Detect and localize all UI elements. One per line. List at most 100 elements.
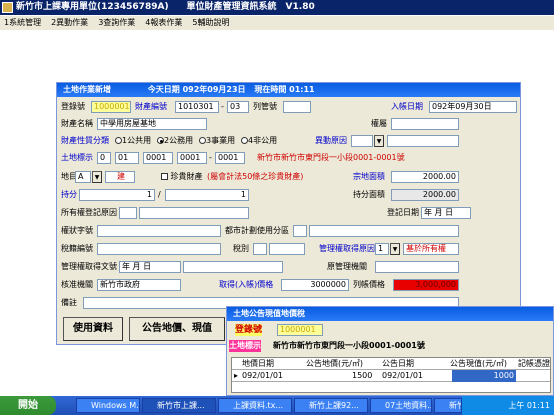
task-app-2[interactable]: 新竹市上課... [434, 398, 462, 413]
clock: 上午 01:11 [508, 401, 550, 410]
reg-no-label: 登錄號 [61, 102, 85, 111]
asset-no-label: 財產編號 [135, 102, 167, 111]
asset-no-field[interactable]: 1010301 [175, 101, 219, 113]
reg-date-label: 登記日期 [387, 208, 419, 217]
share-den-field[interactable]: 1 [165, 189, 249, 201]
list-no-field[interactable] [283, 101, 311, 113]
mgmt-reason-label: 管理權取得原因 [319, 244, 375, 253]
popup-reg-label: 登錄號 [235, 324, 263, 336]
task-app[interactable]: 新竹市上課... [142, 398, 216, 413]
task-windows-media[interactable]: Windows M... [76, 398, 140, 413]
form-title: 土地作業新增 [63, 85, 111, 94]
area-field[interactable]: 2000.00 [391, 171, 459, 183]
radio-icon [241, 137, 248, 144]
share-area-field: 2000.00 [391, 189, 459, 201]
price-table-header: 地價日期 公告地價(元/㎡) 公告日期 公告現值(元/㎡) 記帳憑證 [232, 358, 550, 370]
nature-option-3[interactable]: 3事業用 [199, 135, 235, 147]
row-pointer-icon: ▸ [234, 371, 239, 380]
entry-date-field[interactable]: 092年09月30日 [429, 101, 517, 113]
land-mark-section[interactable]: 0001 [143, 152, 173, 164]
area-label: 宗地面積 [353, 172, 385, 181]
cert-field[interactable] [97, 225, 221, 237]
zoning-label: 都市計劃使用分區 [225, 226, 289, 235]
popup-land-address: 新竹市新竹市東門段一小段0001-0001號 [273, 341, 425, 350]
asset-name-field[interactable]: 中學用房屋基地 [97, 118, 207, 130]
approve-label: 核准機關 [61, 280, 93, 289]
task-land-data[interactable]: 07土地資料... [370, 398, 432, 413]
orig-mgr-field[interactable] [375, 261, 459, 273]
chevron-down-icon[interactable]: ▼ [374, 135, 384, 147]
asset-name-label: 財產名稱 [61, 119, 93, 128]
mgmt-doc-label: 管理權取得文號 [61, 262, 117, 271]
nature-option-4[interactable]: 4非公用 [241, 135, 277, 147]
zoning-code[interactable] [293, 225, 307, 237]
chevron-down-icon[interactable]: ▼ [92, 171, 102, 183]
table-row[interactable]: ▸ 092/01/01 1500 092/01/01 1000 [232, 370, 550, 382]
today-label: 今天日期 [147, 85, 180, 94]
menu-query[interactable]: 3查詢作業 [98, 18, 135, 27]
radio-selected-icon [157, 137, 164, 144]
tax-cat-label: 稅別 [233, 244, 249, 253]
orig-mgr-label: 原管理機關 [327, 262, 367, 271]
checkbox-icon [161, 173, 168, 180]
menu-system[interactable]: 1系統管理 [4, 18, 41, 27]
cert-label: 權狀字號 [61, 226, 93, 235]
mgmt-reason-code[interactable]: 1 [375, 243, 389, 255]
use-data-button[interactable]: 使用資料 [63, 317, 123, 341]
rights-label: 權屬 [371, 119, 387, 128]
public-price-window: 土地公告現值地價稅 登錄號 1000001 土地標示 新竹市新竹市東門段一小段0… [226, 306, 554, 396]
form-title-bar: 土地作業新增 今天日期 092年09月23日 現在時間 01:11 [57, 83, 520, 97]
reg-reason-code[interactable] [119, 207, 137, 219]
today-value: 092年09月23日 [182, 85, 246, 94]
price-table: 地價日期 公告地價(元/㎡) 公告日期 公告現值(元/㎡) 記帳憑證 ▸ 092… [231, 357, 551, 393]
rights-field[interactable] [391, 118, 459, 130]
now-value: 01:11 [289, 85, 315, 94]
tax-no-field[interactable] [97, 243, 221, 255]
land-mark-no2[interactable]: 0001 [215, 152, 245, 164]
radio-icon [115, 137, 122, 144]
list-no-label: 列管號 [253, 102, 277, 111]
share-area-label: 持分面積 [353, 190, 385, 199]
reg-date-field[interactable]: 年 月 日 [421, 207, 471, 219]
share-num-field[interactable]: 1 [79, 189, 155, 201]
popup-land-label: 土地標示 [229, 340, 261, 352]
chevron-down-icon[interactable]: ▼ [390, 243, 400, 255]
start-button[interactable]: 開始 [0, 396, 56, 415]
popup-reg-no: 1000001 [277, 324, 323, 336]
now-label: 現在時間 [254, 85, 287, 94]
share-label: 持分 [61, 190, 77, 199]
menu-report[interactable]: 4報表作業 [145, 18, 182, 27]
reg-reason-name [139, 207, 249, 219]
popup-title: 土地公告現值地價稅 [227, 307, 553, 321]
note-label: 備註 [61, 298, 77, 307]
menu-help[interactable]: 5輔助說明 [192, 18, 229, 27]
change-reason-name [387, 135, 459, 147]
approve-field[interactable]: 新竹市政府 [97, 279, 181, 291]
mgmt-date-field[interactable]: 年 月 日 [119, 261, 181, 273]
land-mark-district[interactable]: 01 [115, 152, 139, 164]
asset-no-suffix-field[interactable]: 03 [227, 101, 249, 113]
treasure-note: (屬會計法50條之珍貴財產) [207, 172, 304, 181]
reg-reason-label: 所有權登記原因 [61, 208, 117, 217]
tax-cat-code[interactable] [253, 243, 267, 255]
menu-change[interactable]: 2異動作業 [51, 18, 88, 27]
land-cat-code[interactable]: A [75, 171, 91, 183]
public-price-button[interactable]: 公告地價、現值 [129, 317, 225, 341]
nature-option-1[interactable]: 1公共用 [115, 135, 151, 147]
change-reason-code[interactable] [351, 135, 373, 147]
land-mark-no1[interactable]: 0001 [177, 152, 207, 164]
land-mark-county[interactable]: 0 [97, 152, 111, 164]
app-icon [2, 2, 13, 13]
reg-no-field[interactable]: 1000001 [91, 101, 131, 113]
mgmt-reason-name: 基於所有權 [403, 243, 459, 255]
mgmt-doc-field[interactable] [183, 261, 283, 273]
task-folder[interactable]: 新竹上課92... [294, 398, 368, 413]
treasure-checkbox[interactable]: 珍貴財產 [161, 171, 203, 183]
entry-date-label: 入帳日期 [391, 102, 423, 111]
task-text-file[interactable]: 上課資料.tx... [218, 398, 292, 413]
nature-label: 財產性質分類 [61, 136, 109, 145]
price-label: 取得(入帳)價格 [219, 280, 274, 289]
land-mark-label: 土地標示 [61, 153, 93, 162]
nature-option-2[interactable]: 2公務用 [157, 135, 193, 147]
price-field[interactable]: 3000000 [281, 279, 349, 291]
